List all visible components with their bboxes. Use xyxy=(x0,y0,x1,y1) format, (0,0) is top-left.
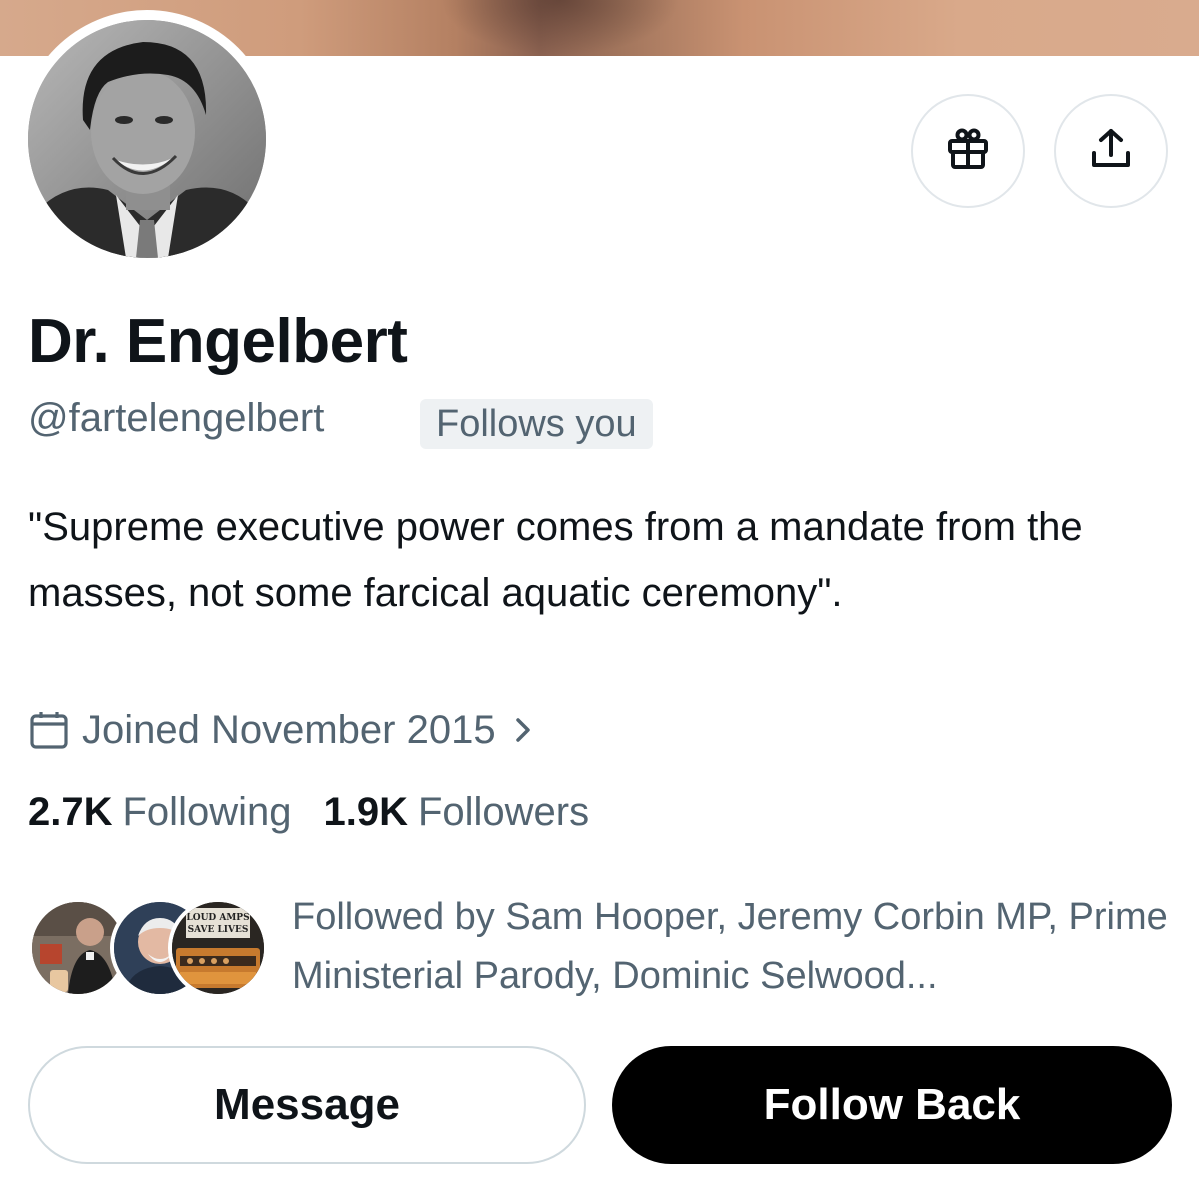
joined-date-link[interactable]: Joined November 2015 xyxy=(28,700,534,760)
profile-avatar[interactable] xyxy=(28,20,266,258)
gift-button[interactable] xyxy=(911,94,1025,208)
joined-date-text: Joined November 2015 xyxy=(82,707,496,752)
followed-by-text[interactable]: Followed by Sam Hooper, Jeremy Corbin MP… xyxy=(292,888,1172,1006)
followers-stat[interactable]: 1.9K Followers xyxy=(323,790,589,835)
display-name: Dr. Engelbert xyxy=(28,307,408,376)
share-icon xyxy=(1087,125,1135,178)
profile-stats: 2.7K Following 1.9K Followers xyxy=(28,790,589,835)
profile-page: Dr. Engelbert @fartelengelbert Follows y… xyxy=(0,0,1199,1200)
followers-label: Followers xyxy=(417,790,590,834)
share-button[interactable] xyxy=(1054,94,1168,208)
profile-bio: "Supreme executive power comes from a ma… xyxy=(28,505,1083,615)
sign-text-line1: LOUD AMPS xyxy=(186,913,249,923)
gift-icon xyxy=(944,125,992,178)
following-label: Following xyxy=(122,790,292,834)
followers-count: 1.9K xyxy=(323,790,408,834)
sign-text-line2: SAVE LIVES xyxy=(188,925,249,935)
user-handle: @fartelengelbert xyxy=(28,396,325,440)
following-count: 2.7K xyxy=(28,790,113,834)
calendar-icon xyxy=(28,709,70,751)
following-stat[interactable]: 2.7K Following xyxy=(28,790,291,835)
message-button[interactable]: Message xyxy=(28,1046,586,1164)
follow-back-button[interactable]: Follow Back xyxy=(612,1046,1172,1164)
chevron-right-icon xyxy=(512,715,534,745)
follows-you-badge: Follows you xyxy=(420,399,653,449)
follower-avatar[interactable]: LOUD AMPS SAVE LIVES xyxy=(168,898,268,998)
